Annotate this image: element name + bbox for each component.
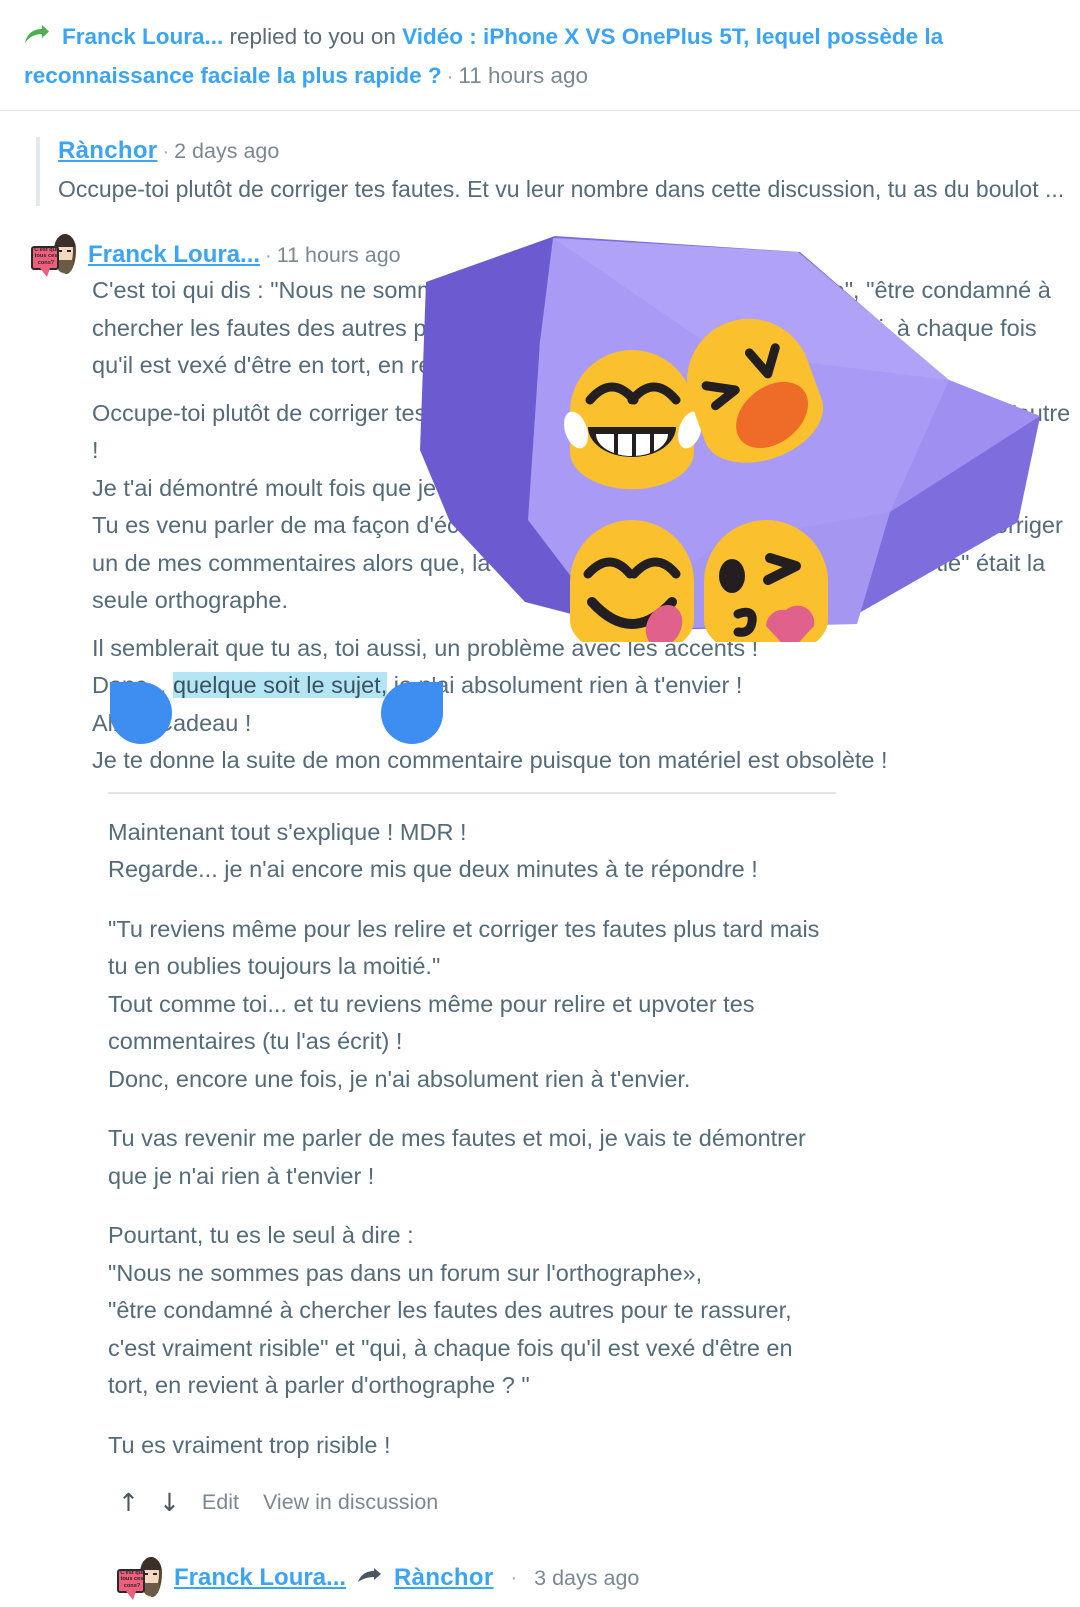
quoted-comment-timestamp: 2 days ago xyxy=(174,139,280,163)
selection-handle-left[interactable] xyxy=(110,682,172,744)
reply-direction-arrow-icon xyxy=(358,1565,382,1592)
reply-arrow-icon xyxy=(24,20,50,57)
reply-row-separator: · xyxy=(510,1566,518,1589)
main-comment-separator: · xyxy=(265,245,272,267)
comment-paragraph-5: Il semblerait que tu as, toi aussi, un p… xyxy=(92,634,759,661)
quoted-comment: Rànchor · 2 days ago Occupe-toi plutôt de … xyxy=(36,137,1080,206)
notification-actor-link[interactable]: Franck Loura... xyxy=(62,24,223,49)
main-comment-byline: Franck Loura... · 11 hours ago xyxy=(88,241,401,269)
selected-text[interactable]: quelque soit le sujet, xyxy=(172,672,388,698)
quoted-block: Maintenant tout s'explique ! MDR ! Regard… xyxy=(108,791,836,1465)
franck-loura-avatar[interactable]: C'est qui tous ces cons? xyxy=(30,234,76,277)
blockquote-paragraph-1: Maintenant tout s'explique ! MDR ! Regard… xyxy=(108,818,758,883)
edit-link[interactable]: Edit xyxy=(190,1490,251,1515)
view-in-discussion-link[interactable]: View in discussion xyxy=(251,1490,450,1515)
notification-action-text: replied to you on xyxy=(223,24,403,49)
quoted-comment-separator: · xyxy=(162,141,170,163)
downvote-icon[interactable]: ↓ xyxy=(149,1490,190,1515)
notification-separator: · xyxy=(446,66,454,88)
notification-header: Franck Loura... replied to you on Vidéo … xyxy=(0,0,1080,111)
notification-page: Franck Loura... replied to you on Vidéo … xyxy=(0,0,1080,1607)
blockquote-paragraph-5: Tu es vraiment trop risible ! xyxy=(108,1431,391,1458)
reply-avatar-caption: C'est qui tous ces cons? xyxy=(120,1570,144,1589)
comment-gift-line: Allez, Cadeau ! xyxy=(92,709,252,736)
reply-target-user-link[interactable]: Rànchor xyxy=(394,1564,493,1592)
quoted-comment-body: Occupe-toi plutôt de corriger tes fautes… xyxy=(58,176,1065,202)
reply-row-timestamp: 3 days ago xyxy=(534,1565,640,1590)
comment-paragraph-2: Occupe-toi plutôt de corriger tes fautes… xyxy=(92,399,1071,464)
avatar-caption: C'est qui tous ces cons? xyxy=(34,247,58,266)
reply-author-avatar[interactable]: C'est qui tous ces cons? xyxy=(116,1557,162,1600)
reply-attribution-row: C'est qui tous ces cons? Franck Loura...… xyxy=(117,1557,1080,1600)
main-comment-header: C'est qui tous ces cons? Franck Loura...… xyxy=(31,234,1080,277)
comment-action-bar: ↑ ↓ Edit View in discussion xyxy=(108,1490,1080,1515)
main-comment: C'est qui tous ces cons? Franck Loura...… xyxy=(0,234,1080,1607)
main-comment-author-link[interactable]: Franck Loura... xyxy=(88,241,260,268)
reply-author-link[interactable]: Franck Loura... xyxy=(174,1564,346,1592)
upvote-icon[interactable]: ↑ xyxy=(108,1490,149,1515)
comment-highlight-line: Donc... quelque soit le sujet, je n'ai a… xyxy=(92,667,1080,705)
quoted-comment-author-link[interactable]: Rànchor xyxy=(58,137,157,164)
selection-handle-right[interactable] xyxy=(381,682,443,744)
main-comment-body: C'est toi qui dis : "Nous ne sommes pas … xyxy=(36,272,1080,780)
notification-timestamp: 11 hours ago xyxy=(458,63,589,88)
comment-obsolete-line: Je te donne la suite de mon commentaire … xyxy=(92,747,888,773)
comment-paragraph-3: Je t'ai démontré moult fois que je n'ai … xyxy=(92,474,639,501)
blockquote-paragraph-3: Tu vas revenir me parler de mes fautes e… xyxy=(108,1125,806,1189)
quoted-comment-header: Rànchor · 2 days ago xyxy=(58,137,1080,165)
blockquote-paragraph-4: Pourtant, tu es le seul à dire : "Nous ne… xyxy=(108,1222,793,1398)
comment-paragraph-4: Tu es venu parler de ma façon d'écrire a… xyxy=(92,512,1063,613)
main-comment-timestamp: 11 hours ago xyxy=(276,243,401,267)
comment-paragraph-1: C'est toi qui dis : "Nous ne sommes pas … xyxy=(92,277,1051,378)
blockquote-paragraph-2: "Tu reviens même pour les relire et corr… xyxy=(108,915,820,1092)
